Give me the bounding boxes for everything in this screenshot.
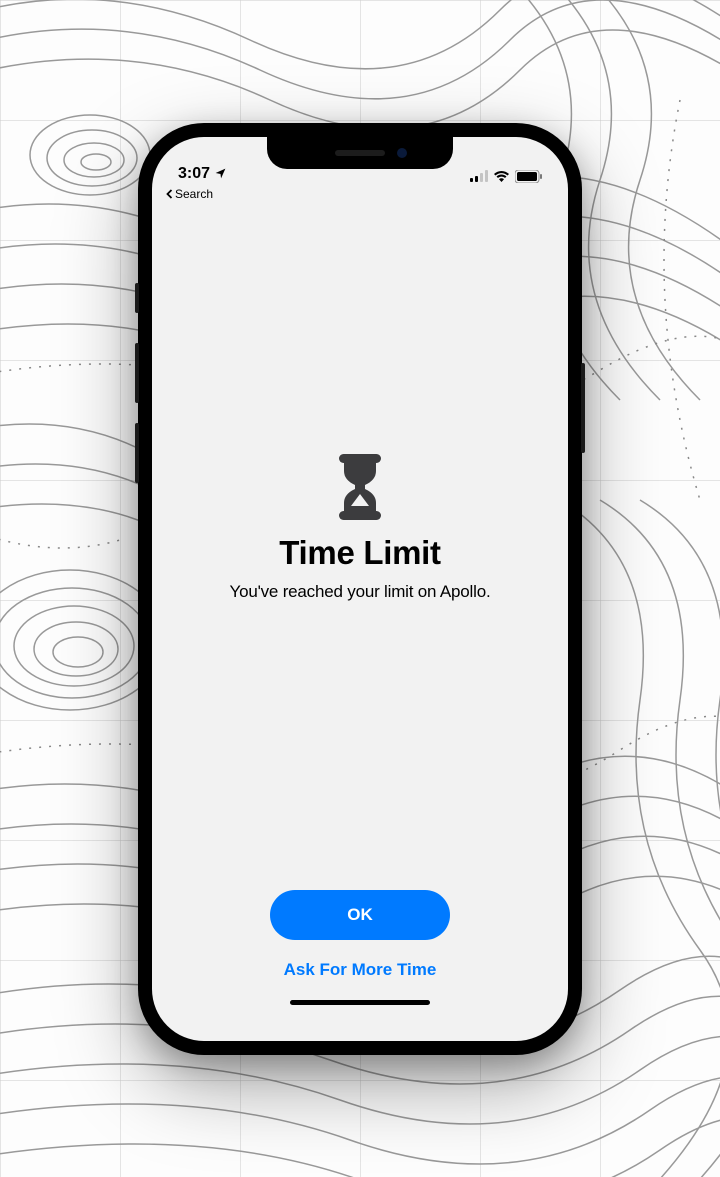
phone-volume-up xyxy=(135,343,139,403)
page-subtitle: You've reached your limit on Apollo. xyxy=(230,582,491,602)
ask-more-time-button[interactable]: Ask For More Time xyxy=(284,954,437,986)
ok-button[interactable]: OK xyxy=(270,890,450,940)
phone-device-frame: 3:07 xyxy=(138,123,582,1055)
phone-screen: 3:07 xyxy=(152,137,568,1041)
phone-mute-switch xyxy=(135,283,139,313)
page-title: Time Limit xyxy=(279,534,440,572)
home-indicator[interactable] xyxy=(290,1000,430,1005)
phone-volume-down xyxy=(135,423,139,483)
hourglass-icon xyxy=(333,454,387,520)
phone-notch xyxy=(267,137,453,169)
phone-power-button xyxy=(581,363,585,453)
